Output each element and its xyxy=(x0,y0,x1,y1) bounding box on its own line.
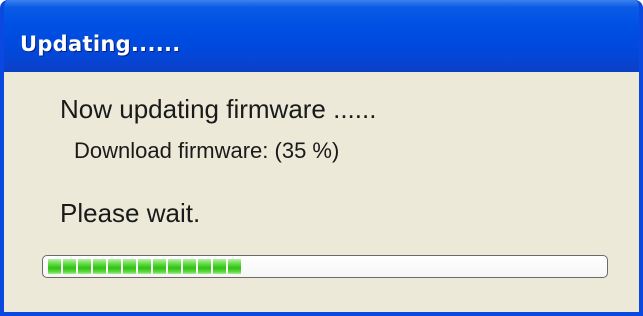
wait-message: Please wait. xyxy=(60,198,201,228)
progress-segment xyxy=(168,259,181,274)
progress-segment xyxy=(123,259,136,274)
update-dialog: Updating...... Now updating firmware ...… xyxy=(0,0,643,316)
progress-segment xyxy=(213,259,226,274)
progress-segment xyxy=(48,259,61,274)
progress-segment xyxy=(228,259,241,274)
progress-segment xyxy=(93,259,106,274)
window-title: Updating...... xyxy=(20,32,181,56)
progress-segment xyxy=(108,259,121,274)
progress-bar xyxy=(42,255,608,278)
progress-segment xyxy=(153,259,166,274)
dialog-body: Now updating firmware ...... Download fi… xyxy=(4,72,639,312)
download-progress-text: Download firmware: (35 %) xyxy=(74,138,340,163)
progress-segment xyxy=(198,259,211,274)
progress-segment xyxy=(78,259,91,274)
status-message: Now updating firmware ...... xyxy=(60,94,377,124)
title-bar[interactable]: Updating...... xyxy=(4,0,639,72)
progress-segment xyxy=(63,259,76,274)
progress-segment xyxy=(138,259,151,274)
progress-bar-fill xyxy=(48,259,241,274)
progress-segment xyxy=(183,259,196,274)
